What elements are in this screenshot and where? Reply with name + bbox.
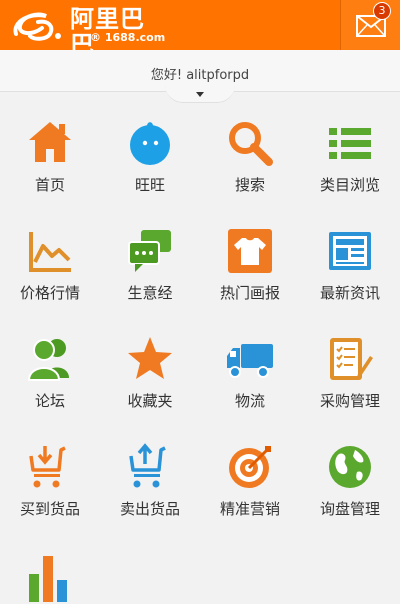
target-icon <box>229 446 271 488</box>
news-icon <box>329 232 371 270</box>
forum-users-icon <box>27 339 69 381</box>
search-icon <box>229 122 273 166</box>
grid-item-label: 买到货品 <box>19 500 80 518</box>
cart-out-icon <box>129 443 166 488</box>
globe-icon <box>329 446 371 488</box>
app-header: 阿里巴巴 ® 1688.com 3 <box>0 0 400 58</box>
greeting-text: 您好! alitpforpd <box>150 68 250 83</box>
grid-item-hot-pictorial[interactable]: 热门画报 <box>200 218 300 324</box>
grid-item-label: 卖出货品 <box>119 500 180 518</box>
grid-item-label: 生意经 <box>127 284 173 302</box>
alibaba-logo[interactable]: 阿里巴巴 ® 1688.com <box>8 6 168 58</box>
tshirt-icon <box>228 229 272 273</box>
grid-item-label: 物流 <box>234 392 265 410</box>
purchase-checklist-icon <box>330 338 373 380</box>
caret-down-icon[interactable] <box>196 92 204 97</box>
grid-item-label: 类目浏览 <box>319 176 380 194</box>
grid-item-logistics[interactable]: 物流 <box>200 326 300 432</box>
grid-item-home[interactable]: 首页 <box>0 110 100 216</box>
grid-item-wangwang[interactable]: 旺旺 <box>100 110 200 216</box>
grid-item-sold-goods[interactable]: 卖出货品 <box>100 434 200 540</box>
grid-item-label: 价格行情 <box>19 284 80 302</box>
grid-item-latest-news[interactable]: 最新资讯 <box>300 218 400 324</box>
alibaba-swirl-icon <box>13 12 61 41</box>
home-icon <box>29 122 71 162</box>
grid-item-label: 询盘管理 <box>319 500 380 518</box>
cart-in-icon <box>29 446 66 488</box>
unread-count-badge: 3 <box>373 2 391 20</box>
grid-item-inquiry-management[interactable]: 询盘管理 <box>300 434 400 540</box>
grid-item-label: 论坛 <box>34 392 65 410</box>
grid-item-statistics[interactable] <box>0 542 100 604</box>
messages-button[interactable] <box>341 0 400 50</box>
star-icon <box>128 337 172 379</box>
grid-item-label: 旺旺 <box>134 176 165 194</box>
wangwang-icon <box>130 122 170 165</box>
category-list-icon <box>329 128 371 159</box>
grid-item-label: 热门画报 <box>219 284 280 302</box>
grid-item-price-trend[interactable]: 价格行情 <box>0 218 100 324</box>
chat-bubbles-icon <box>128 230 171 272</box>
bar-chart-icon <box>29 556 67 602</box>
grid-item-label: 搜索 <box>234 176 265 194</box>
grid-item-label: 精准营销 <box>219 500 280 518</box>
logo-domain-text: ® 1688.com <box>90 31 166 44</box>
grid-item-purchase-management[interactable]: 采购管理 <box>300 326 400 432</box>
grid-item-label: 采购管理 <box>319 392 380 410</box>
price-trend-icon <box>29 232 71 272</box>
grid-item-label: 最新资讯 <box>319 284 380 302</box>
grid-item-label: 收藏夹 <box>127 392 173 410</box>
grid-item-label: 首页 <box>34 176 65 194</box>
grid-item-category[interactable]: 类目浏览 <box>300 110 400 216</box>
grid-item-business-talk[interactable]: 生意经 <box>100 218 200 324</box>
grid-item-search[interactable]: 搜索 <box>200 110 300 216</box>
truck-icon <box>227 344 273 378</box>
grid-item-bought-goods[interactable]: 买到货品 <box>0 434 100 540</box>
grid-item-forum[interactable]: 论坛 <box>0 326 100 432</box>
grid-item-precision-marketing[interactable]: 精准营销 <box>200 434 300 540</box>
grid-item-favorites[interactable]: 收藏夹 <box>100 326 200 432</box>
